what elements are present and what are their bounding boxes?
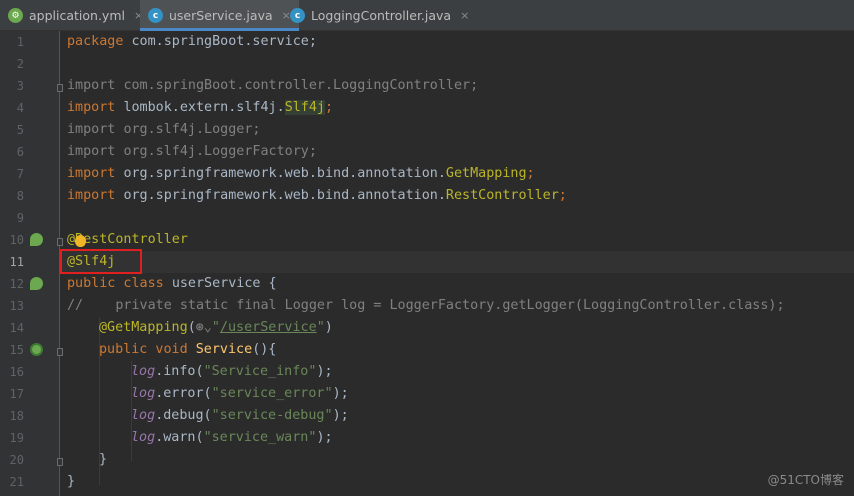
line-number: 7: [16, 167, 24, 181]
line-number: 10: [9, 233, 24, 247]
highlight-box: [60, 249, 142, 274]
code-line-13: // private static final Logger log = Log…: [67, 298, 785, 313]
line-number: 11: [9, 255, 24, 269]
code-line-20: }: [99, 452, 108, 467]
tab-label: userService.java: [169, 8, 273, 23]
spring-config-icon: ⚙: [8, 8, 23, 23]
spring-bean-icon[interactable]: [30, 233, 43, 246]
watermark: @51CTO博客: [767, 473, 844, 487]
tab-label: LoggingController.java: [311, 8, 452, 23]
line-number: 17: [9, 387, 24, 401]
lightbulb-intention-icon[interactable]: [75, 235, 86, 247]
code-line-16: log.info("Service_info");: [131, 364, 333, 379]
line-number: 12: [9, 277, 24, 291]
endpoint-link[interactable]: /userService: [220, 320, 317, 335]
code-line-3: import com.springBoot.controller.Logging…: [67, 78, 479, 93]
line-number: 13: [9, 299, 24, 313]
code-line-6: import org.slf4j.LoggerFactory;: [67, 144, 317, 159]
line-number: 14: [9, 321, 24, 335]
tab-label: application.yml: [29, 8, 125, 23]
code-line-12: public class userService {: [67, 276, 277, 291]
spring-web-endpoint-icon[interactable]: [30, 343, 43, 356]
line-number: 15: [9, 343, 24, 357]
line-number-gutter[interactable]: 1 2 3 4 5 6 7 8 9 10 11 12 13 14 15 16 1…: [0, 31, 63, 496]
code-line-7: import org.springframework.web.bind.anno…: [67, 166, 535, 181]
close-icon[interactable]: ×: [460, 9, 469, 22]
code-line-17: log.error("service_error");: [131, 386, 349, 401]
tab-loggingcontroller-java[interactable]: c LoggingController.java ×: [290, 0, 469, 31]
code-line-5: import org.slf4j.Logger;: [67, 122, 261, 137]
line-number: 6: [16, 145, 24, 159]
line-number: 5: [16, 123, 24, 137]
line-number: 18: [9, 409, 24, 423]
current-line-highlight: [60, 251, 854, 273]
line-number: 21: [9, 475, 24, 489]
code-line-8: import org.springframework.web.bind.anno…: [67, 188, 567, 203]
line-number: 16: [9, 365, 24, 379]
line-number: 2: [16, 57, 24, 71]
line-number: 1: [16, 35, 24, 49]
code-line-4: import lombok.extern.slf4j.Slf4j;: [67, 100, 334, 115]
code-line-15: public void Service(){: [99, 342, 277, 357]
spring-bean-icon[interactable]: [30, 277, 43, 290]
line-number: 9: [16, 211, 24, 225]
line-number: 20: [9, 453, 24, 467]
java-class-icon: c: [290, 8, 305, 23]
editor-tab-bar: ⚙ application.yml × c userService.java ×…: [0, 0, 854, 31]
code-line-18: log.debug("service-debug");: [131, 408, 349, 423]
line-number: 8: [16, 189, 24, 203]
java-class-icon: c: [148, 8, 163, 23]
code-editor[interactable]: package com.springBoot.service; import c…: [60, 31, 854, 496]
code-line-14: @GetMapping(⊛⌄"/userService"): [99, 320, 333, 335]
tab-application-yml[interactable]: ⚙ application.yml ×: [8, 0, 143, 31]
globe-dropdown-icon[interactable]: ⊛⌄: [196, 320, 212, 335]
line-number: 3: [16, 79, 24, 93]
code-line-19: log.warn("service_warn");: [131, 430, 333, 445]
code-line-21: }: [67, 474, 76, 489]
line-number: 19: [9, 431, 24, 445]
line-number: 4: [16, 101, 24, 115]
tab-userservice-java[interactable]: c userService.java ×: [140, 0, 299, 31]
code-line-1: package com.springBoot.service;: [67, 34, 317, 49]
